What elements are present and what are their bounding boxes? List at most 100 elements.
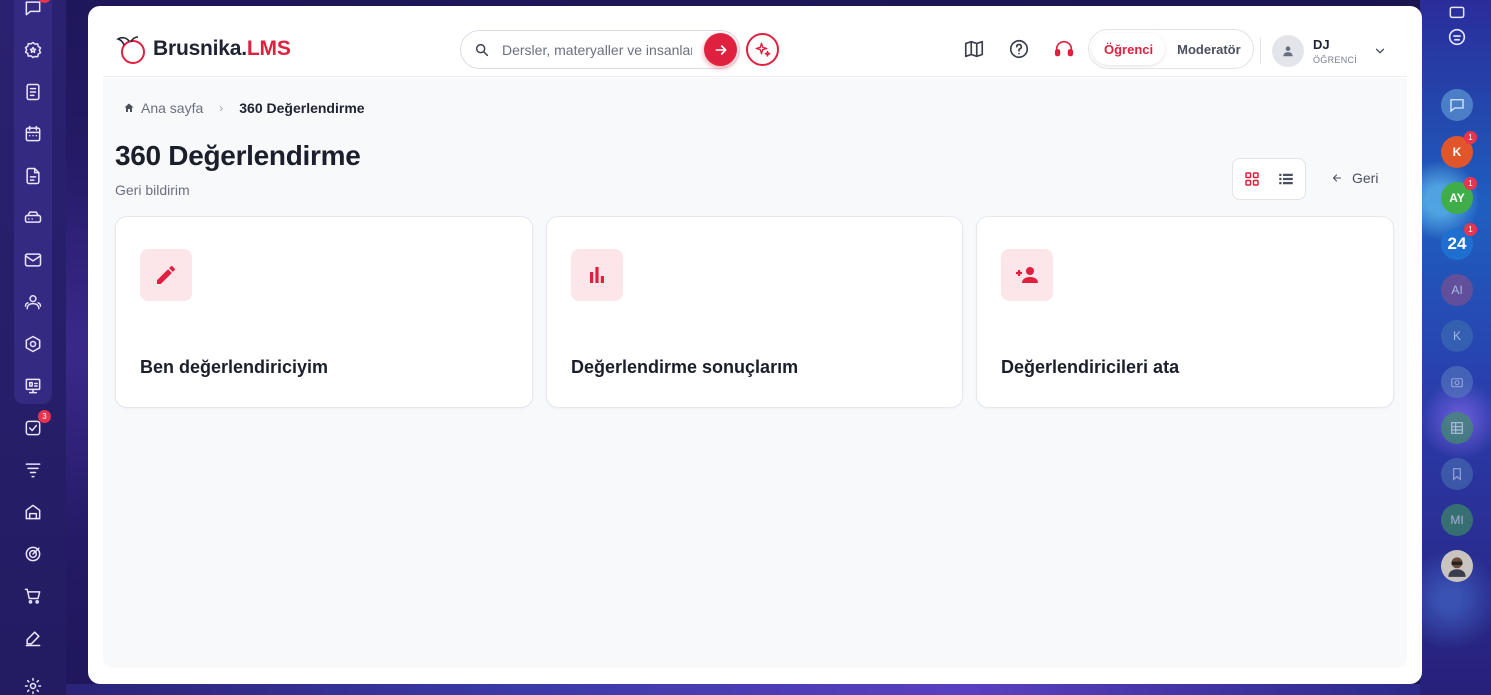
search-icon [475,43,489,56]
building-icon [25,504,41,520]
rail-courses[interactable] [21,38,45,62]
contact-initials: K [1452,329,1461,343]
card-assign-evaluators[interactable]: Değerlendiricileri ata [976,216,1394,408]
bookmark-icon [1453,468,1461,481]
contact-initials: AI [1451,283,1463,297]
rail-store[interactable] [21,500,45,524]
hexagon-icon [25,335,41,353]
brand-logo[interactable]: Brusnika.LMS [115,32,291,66]
right-rail-camera[interactable] [1441,366,1473,398]
gear-icon [24,677,42,695]
headset-icon [1054,40,1074,57]
card-icon-box [571,249,623,301]
right-rail-table[interactable] [1441,412,1473,444]
role-student-tab[interactable]: Öğrenci [1092,33,1166,65]
user-menu[interactable]: DJ ÖĞRENCİ [1260,33,1387,69]
card-evaluator[interactable]: Ben değerlendiriciyim [115,216,533,408]
card-title: Ben değerlendiriciyim [140,357,329,377]
search-input[interactable] [502,41,692,58]
rail-goals[interactable] [21,542,45,566]
right-rail-contact-4[interactable]: AI [1441,274,1473,306]
contact-badge: 1 [1464,177,1477,190]
rail-mail[interactable] [21,248,45,272]
rail-tasks[interactable]: 3 [21,410,51,440]
camera-icon [1451,378,1463,388]
role-moderator-tab[interactable]: Moderatör [1165,33,1253,65]
assistant-icon [1448,28,1466,46]
users-icon [24,295,42,310]
contact-badge: 1 [1464,131,1477,144]
right-rail-chat[interactable] [1441,89,1473,121]
list-view-button[interactable] [1274,167,1298,191]
badge-star-icon [24,41,42,59]
card-grid: Ben değerlendiriciyim Değerlendirme sonu… [115,216,1394,408]
ai-assistant-button[interactable] [746,33,779,66]
support-button[interactable] [1053,38,1075,60]
rail-funnel[interactable] [21,458,45,482]
view-toggle [1232,158,1306,200]
page-subtitle: Geri bildirim [115,182,190,198]
right-rail-bookmark[interactable] [1441,458,1473,490]
right-rail-contact-2[interactable]: AY 1 [1441,177,1477,214]
contact-initials: 24 [1447,234,1467,253]
presentation-icon [25,378,41,394]
rail-presentation[interactable] [21,374,45,398]
right-rail-contact-1[interactable]: K 1 [1441,131,1477,168]
rail-calendar[interactable] [21,122,45,146]
cart-icon [24,588,41,604]
file-icon [26,167,40,185]
pencil-icon [157,265,175,284]
help-button[interactable] [1008,38,1030,60]
back-button[interactable]: Geri [1331,170,1378,186]
breadcrumb-home[interactable]: Ana sayfa [123,100,203,116]
card-title: Değerlendiricileri ata [1001,357,1180,377]
user-name: DJ [1313,36,1330,52]
chat-icon [1450,99,1464,113]
grid-view-button[interactable] [1240,167,1264,191]
rail-chat[interactable]: 3 [21,0,51,20]
arrow-right-icon [715,44,726,55]
page-title: 360 Değerlendirme [115,140,361,171]
pen-icon [25,631,41,647]
user-role: ÖĞRENCİ [1313,54,1358,65]
chevron-down-icon [1375,48,1385,54]
calendar-icon [25,125,41,142]
rail-news[interactable] [21,80,45,104]
right-rail-user-photo[interactable] [1441,550,1473,582]
table-icon [1451,422,1463,434]
right-rail-assistant[interactable] [1441,21,1473,53]
breadcrumb-current: 360 Değerlendirme [239,100,365,116]
arrow-left-icon [1332,174,1342,182]
rail-shop[interactable] [21,584,45,608]
back-label: Geri [1352,170,1379,186]
top-header: Brusnika.LMS Öğrenci Moderatör [103,6,1407,77]
map-button[interactable] [963,38,985,60]
rail-storage[interactable] [21,206,45,230]
rail-edit[interactable] [21,626,45,650]
bottom-background [66,684,1420,695]
mail-icon [24,253,42,267]
rail-settings[interactable] [21,674,45,695]
right-rail-contact-5[interactable]: K [1441,320,1473,352]
right-rail-contact-6[interactable]: MI [1441,504,1473,536]
contact-initials: K [1452,145,1462,159]
user-info: DJ ÖĞRENCİ [1313,37,1357,66]
contact-initials: MI [1450,513,1464,527]
card-title: Değerlendirme sonuçlarım [571,357,799,377]
help-circle-icon [1009,39,1029,59]
rail-hexagon[interactable] [21,332,45,356]
card-results[interactable]: Değerlendirme sonuçlarım [546,216,963,408]
add-person-icon [1016,267,1038,283]
main-window: Brusnika.LMS Öğrenci Moderatör [88,6,1422,684]
person-avatar-icon [1448,557,1466,577]
right-rail-contact-3[interactable]: 24 1 [1441,223,1477,260]
rail-documents[interactable] [21,164,45,188]
brand-name-accent: LMS [246,37,291,60]
left-rail: 3 3 [0,0,66,695]
rail-people[interactable] [21,290,45,314]
contact-initials: AY [1449,191,1465,205]
search-submit-button[interactable] [704,33,737,66]
chat-icon [25,1,41,16]
brand-name-main: Brusnika. [153,37,247,60]
list-icon [1279,173,1293,185]
